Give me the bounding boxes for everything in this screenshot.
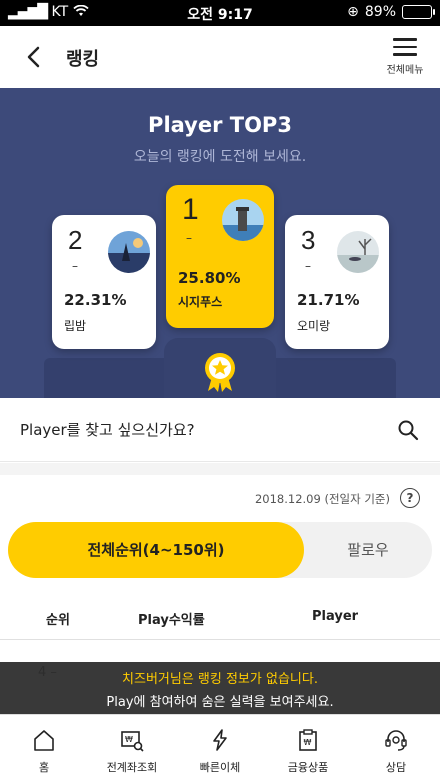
section-divider xyxy=(0,463,440,475)
nav-home[interactable]: 홈 xyxy=(0,715,88,783)
battery-percent: 89% xyxy=(364,4,396,20)
base-date: 2018.12.09 (전일자 기준) xyxy=(254,492,390,506)
rank-number: 2 xyxy=(68,225,83,255)
back-button[interactable] xyxy=(18,40,52,74)
nav-label: 금융상품 xyxy=(287,761,329,774)
nav-consultation[interactable]: 상담 xyxy=(352,715,440,783)
player-name: 오미랑 xyxy=(297,319,331,333)
rank-number: 1 xyxy=(182,193,199,226)
home-icon xyxy=(34,730,54,751)
rotation-lock-icon: ⊕ xyxy=(347,4,359,20)
nav-label: 상담 xyxy=(385,761,407,774)
svg-text:₩: ₩ xyxy=(125,735,133,744)
return-rate: 25.80% xyxy=(178,269,241,287)
nav-financial-products[interactable]: ₩ 금융상품 xyxy=(264,715,352,783)
top3-card-rank-1[interactable]: 1 – 25.80% 시지푸스 xyxy=(166,185,274,328)
nav-label: 빠른이체 xyxy=(199,761,241,774)
ranking-table-header: 순위 Play수익률 Player xyxy=(0,594,440,640)
col-player: Player xyxy=(312,609,359,624)
top3-hero: Player TOP3 오늘의 랭킹에 도전해 보세요. 2 – 22.31% … xyxy=(0,88,440,398)
return-rate: 22.31% xyxy=(64,291,127,309)
nav-label: 홈 xyxy=(38,761,50,774)
tab-follow[interactable]: 팔로우 xyxy=(304,522,432,578)
search-placeholder: Player를 찾고 싶으신가요? xyxy=(20,421,195,439)
chevron-left-icon xyxy=(27,46,40,68)
headset-icon xyxy=(385,730,407,751)
hero-subtitle: 오늘의 랭킹에 도전해 보세요. xyxy=(133,149,307,165)
col-rank: 순위 xyxy=(46,613,70,628)
full-menu-button[interactable]: 전체메뉴 xyxy=(380,36,430,84)
product-icon: ₩ xyxy=(299,729,317,751)
hero-title: Player TOP3 xyxy=(148,113,292,137)
help-icon[interactable]: ? xyxy=(400,488,420,508)
return-rate: 21.71% xyxy=(297,291,360,309)
player-name: 립밤 xyxy=(64,319,87,333)
hamburger-icon xyxy=(393,38,417,56)
player-search[interactable]: Player를 찾고 싶으신가요? xyxy=(0,398,440,462)
nav-account-inquiry[interactable]: ₩ 전계좌조회 xyxy=(88,715,176,783)
col-return-rate: Play수익률 xyxy=(138,613,205,628)
player-avatar xyxy=(108,231,150,273)
nav-label: 전계좌조회 xyxy=(106,761,158,774)
player-avatar xyxy=(222,199,264,241)
player-name: 시지푸스 xyxy=(178,295,223,309)
rank-change: – xyxy=(72,259,78,273)
top3-card-rank-3[interactable]: 3 – 21.71% 오미랑 xyxy=(285,215,389,349)
bottom-nav: 홈 ₩ 전계좌조회 빠른이체 ₩ 금융상품 상담 xyxy=(0,714,440,783)
toast-message-1: 치즈버거님은 랭킹 정보가 없습니다. xyxy=(122,672,318,687)
medal-icon xyxy=(205,353,235,392)
battery-icon xyxy=(402,5,435,19)
top3-card-rank-2[interactable]: 2 – 22.31% 립밤 xyxy=(52,215,156,349)
toast-message-2: Play에 참여하여 숨은 실력을 보여주세요. xyxy=(106,695,334,710)
tab-all-ranking[interactable]: 전체순위(4~150위) xyxy=(8,522,304,578)
full-menu-label: 전체메뉴 xyxy=(386,64,424,76)
status-bar: ▂▄▆█ KT 오전 9:17 ⊕ 89% xyxy=(0,0,440,26)
rank-change: – xyxy=(305,259,311,273)
rank-change: – xyxy=(186,231,192,245)
page-title: 랭킹 xyxy=(66,49,100,70)
svg-text:₩: ₩ xyxy=(304,738,312,747)
base-date-row: 2018.12.09 (전일자 기준) ? xyxy=(0,487,440,513)
rank-number: 3 xyxy=(301,225,316,255)
nav-quick-transfer[interactable]: 빠른이체 xyxy=(176,715,264,783)
app-header: 랭킹 전체메뉴 xyxy=(0,26,440,88)
player-avatar xyxy=(337,231,379,273)
lightning-icon xyxy=(213,729,227,751)
no-ranking-toast: 치즈버거님은 랭킹 정보가 없습니다. Play에 참여하여 숨은 실력을 보여… xyxy=(0,662,440,714)
ranking-tabs: 전체순위(4~150위) 팔로우 xyxy=(8,522,432,578)
account-search-icon: ₩ xyxy=(121,731,144,752)
search-icon[interactable] xyxy=(396,418,420,442)
